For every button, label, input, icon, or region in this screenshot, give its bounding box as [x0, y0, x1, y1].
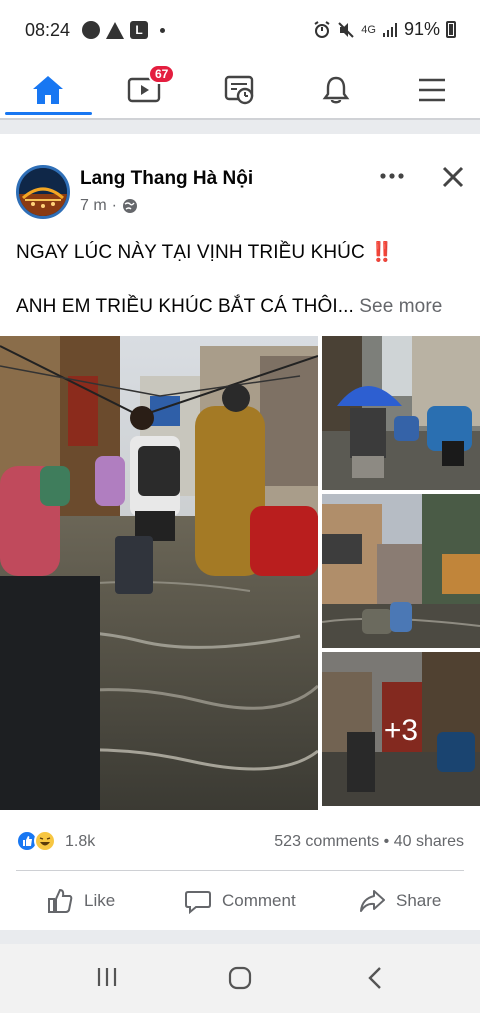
home-icon	[33, 76, 63, 104]
reaction-count[interactable]: 1.8k	[65, 833, 95, 851]
network-type: 4G	[361, 23, 376, 36]
post-options-button[interactable]	[378, 164, 406, 188]
feed-clock-icon	[224, 75, 254, 105]
page-avatar[interactable]	[16, 165, 70, 219]
recent-apps-button[interactable]	[96, 966, 118, 992]
messenger-icon	[82, 21, 100, 39]
system-nav-bar	[0, 944, 480, 1013]
mute-icon	[338, 21, 354, 38]
share-button[interactable]: Share	[358, 876, 441, 926]
comment-bubble-icon	[185, 891, 211, 915]
flooded-road-photo	[322, 494, 480, 648]
post-text-line-2: ANH EM TRIỀU KHÚC BẮT CÁ THÔI... See mor…	[16, 296, 442, 318]
post-text-line-1: NGAY LÚC NÀY TẠI VỊNH TRIỀU KHÚC ‼️	[16, 242, 394, 263]
post-photo-4[interactable]: +3	[322, 652, 480, 806]
post-photo-3[interactable]	[322, 494, 480, 648]
meta-separator: ·	[111, 197, 117, 214]
more-dots-icon	[380, 173, 404, 179]
nav-watch-tab[interactable]: 67	[96, 62, 192, 118]
stats-separator: •	[383, 833, 390, 850]
like-label: Like	[84, 891, 116, 910]
system-home-button[interactable]	[228, 966, 252, 992]
status-time: 08:24	[25, 20, 71, 40]
reactions-summary: 1.8k 523 comments • 40 shares	[0, 824, 480, 860]
back-chevron-icon	[368, 967, 381, 989]
more-photos-count[interactable]: +3	[322, 652, 480, 806]
battery-icon	[446, 21, 456, 38]
status-bar: 08:24 L 4G 91%	[0, 0, 480, 62]
watch-badge: 67	[148, 64, 176, 84]
feed-separator	[0, 118, 480, 134]
battery-percent: 91%	[403, 19, 440, 39]
flooded-street-photo	[0, 336, 318, 810]
home-square-icon	[228, 966, 252, 990]
top-nav-bar: 67	[0, 62, 480, 118]
share-label: Share	[396, 891, 442, 910]
shares-count[interactable]: 40 shares	[394, 833, 464, 850]
nav-menu-tab[interactable]	[384, 62, 480, 118]
comment-button[interactable]: Comment	[184, 876, 296, 926]
feed-separator-bottom	[0, 930, 480, 944]
close-icon	[442, 166, 464, 188]
reaction-icons[interactable]	[16, 830, 56, 852]
umbrella-street-photo	[322, 336, 480, 490]
status-notification-icons: L	[82, 21, 165, 39]
engagement-stats: 523 comments • 40 shares	[274, 833, 464, 851]
active-tab-indicator	[5, 112, 92, 115]
haha-reaction-icon	[34, 830, 56, 852]
post-actions: Like Comment Share	[0, 876, 480, 926]
recent-apps-icon	[97, 968, 117, 986]
hamburger-icon	[419, 78, 445, 102]
nav-notifications-tab[interactable]	[288, 62, 384, 118]
more-notifications-dot	[160, 27, 165, 33]
thumbs-up-icon	[48, 888, 73, 913]
alarm-icon	[314, 20, 330, 38]
post-photo-main[interactable]	[0, 336, 318, 810]
app-notification-icon: L	[130, 21, 148, 39]
post-photo-2[interactable]	[322, 336, 480, 490]
post-text-truncated: ANH EM TRIỀU KHÚC BẮT CÁ THÔI...	[16, 296, 354, 317]
post-meta: 7 m ·	[80, 197, 138, 215]
actions-divider	[16, 870, 464, 871]
avatar-image	[19, 168, 67, 216]
share-arrow-icon	[360, 890, 385, 912]
system-back-button[interactable]	[366, 966, 384, 992]
comments-count[interactable]: 523 comments	[274, 833, 379, 850]
see-more-link[interactable]: See more	[359, 296, 442, 317]
page-name[interactable]: Lang Thang Hà Nội	[80, 168, 253, 190]
nav-home-tab[interactable]	[0, 62, 96, 118]
warning-icon	[106, 21, 124, 39]
post-time[interactable]: 7 m	[80, 197, 107, 215]
bell-icon	[322, 76, 350, 104]
nav-feeds-tab[interactable]	[192, 62, 288, 118]
signal-icon	[382, 22, 397, 37]
globe-icon	[123, 199, 137, 213]
comment-label: Comment	[222, 891, 296, 910]
hide-post-button[interactable]	[440, 164, 466, 190]
like-button[interactable]: Like	[46, 876, 115, 926]
status-system-icons: 4G 91%	[313, 19, 456, 40]
